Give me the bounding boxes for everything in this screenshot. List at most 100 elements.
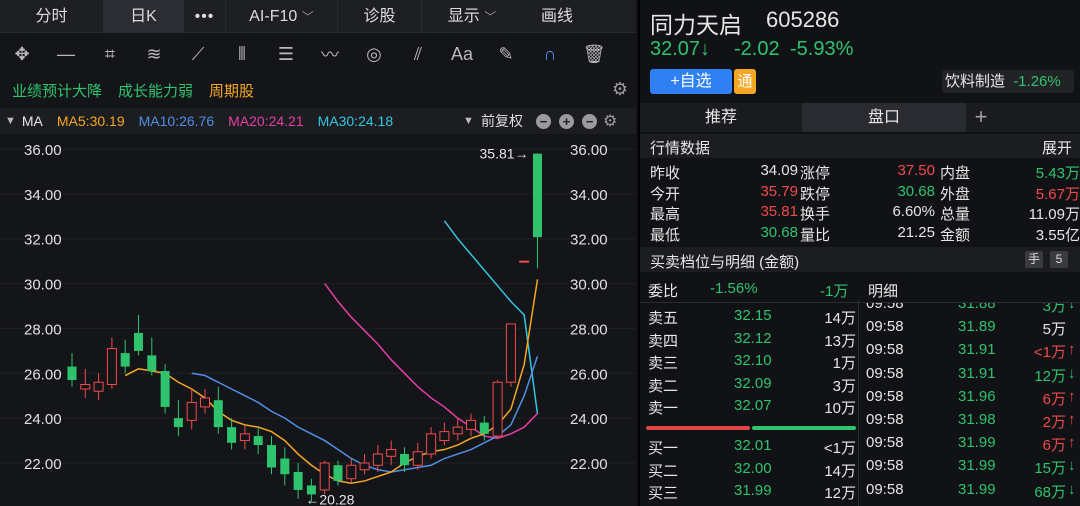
candle-body bbox=[479, 422, 489, 434]
detail-amount: <1万 bbox=[1033, 344, 1066, 362]
plus-icon[interactable]: + bbox=[559, 113, 574, 129]
more-tabs-button[interactable]: ••• bbox=[184, 0, 226, 33]
ma10-value: MA10:26.76 bbox=[138, 113, 215, 129]
sell-level-price: 32.09 bbox=[734, 374, 772, 392]
weibi-label: 委比 bbox=[648, 283, 679, 300]
candle-body bbox=[120, 353, 130, 367]
quote-value: 11.09万 bbox=[1028, 206, 1080, 223]
sell-level-label: 卖四 bbox=[648, 332, 679, 350]
tag-cyclical[interactable]: 周期股 bbox=[209, 80, 254, 101]
candle-body bbox=[134, 332, 143, 351]
quote-label: 涨停 bbox=[800, 165, 831, 182]
circle-target-icon[interactable]: ◎ bbox=[352, 33, 396, 75]
y-tick-label-left: 30.00 bbox=[24, 277, 62, 294]
tab-daily-k[interactable]: 日K bbox=[104, 0, 184, 33]
crop-rect-icon[interactable]: ⌗ bbox=[88, 33, 132, 75]
candle-body bbox=[106, 348, 117, 386]
detail-direction-icon: ↑ bbox=[1068, 387, 1076, 405]
trade-details: 09:58 31.88 3万 ↓ 09:58 31.89 5万 09:58 31.91 <1万 ↑ 0… bbox=[640, 303, 1080, 506]
line-segment-icon[interactable]: — bbox=[44, 33, 88, 75]
node-line-icon[interactable]: ⟋ bbox=[176, 33, 220, 75]
buy-level-label: 买二 bbox=[648, 462, 679, 480]
y-tick-label-left: 36.00 bbox=[24, 142, 62, 159]
detail-time: 09:58 bbox=[866, 480, 904, 498]
chevron-down-icon[interactable]: ▼ bbox=[463, 115, 474, 127]
sell-level-label: 卖五 bbox=[648, 310, 679, 327]
tag-weak-growth[interactable]: 成长能力弱 bbox=[118, 80, 193, 101]
quote-value: 5.67万 bbox=[1035, 185, 1080, 203]
quote-label: 换手 bbox=[800, 206, 831, 223]
draw-line-button[interactable]: 画线 bbox=[522, 0, 592, 33]
detail-price: 31.91 bbox=[958, 341, 996, 359]
levels-toggle[interactable]: 5 bbox=[1050, 251, 1068, 268]
sell-level-label: 卖三 bbox=[648, 355, 679, 372]
candle-body bbox=[505, 323, 516, 383]
detail-direction-icon: ↓ bbox=[1068, 457, 1076, 475]
sell-level-price: 32.12 bbox=[734, 329, 772, 347]
detail-amount: 6万 bbox=[1042, 390, 1066, 408]
tab-ai-f10[interactable]: AI-F10 ﹀ bbox=[226, 0, 338, 33]
adjust-select[interactable]: 前复权 bbox=[481, 111, 523, 131]
tab-recommend[interactable]: 推荐 bbox=[640, 103, 802, 132]
sell-level-amount: 1万 bbox=[832, 355, 856, 372]
expand-button[interactable]: 展开 bbox=[1042, 137, 1072, 158]
detail-amount: 3万 bbox=[1042, 303, 1066, 315]
gear-icon[interactable]: ⚙ bbox=[603, 113, 617, 129]
pitchfork-icon[interactable]: ⫽ bbox=[396, 33, 440, 75]
y-tick-label-left: 26.00 bbox=[24, 366, 62, 383]
detail-amount: 68万 bbox=[1034, 483, 1066, 501]
candle-body bbox=[67, 366, 77, 381]
detail-price: 31.99 bbox=[958, 457, 996, 475]
y-tick-label-left: 22.00 bbox=[24, 456, 62, 473]
minus-icon[interactable]: − bbox=[582, 113, 597, 129]
kline-chart[interactable]: 36.00 36.00 34.00 34.00 32.00 32.00 30.00 30.00… bbox=[0, 134, 636, 506]
chevron-down-icon: ﹀ bbox=[301, 10, 314, 24]
tong-badge[interactable]: 通 bbox=[734, 69, 756, 94]
tab-timeshare[interactable]: 分时 bbox=[0, 0, 104, 33]
buy-level-price: 32.00 bbox=[734, 459, 772, 477]
minus-icon[interactable]: − bbox=[536, 113, 551, 129]
detail-amount: 6万 bbox=[1042, 437, 1066, 455]
detail-time: 09:58 bbox=[866, 318, 904, 336]
quote-value: 34.09 bbox=[760, 162, 798, 179]
crosshair-move-icon[interactable]: ✥ bbox=[0, 33, 44, 75]
quote-value: 30.68 bbox=[760, 223, 798, 241]
text-aa-icon[interactable]: Aa bbox=[440, 33, 484, 75]
tab-order-book[interactable]: 盘口 bbox=[802, 103, 966, 132]
vertical-bars-icon[interactable]: ⦀ bbox=[220, 33, 264, 75]
candle-body bbox=[346, 464, 357, 480]
tag-earnings-drop[interactable]: 业绩预计大降 bbox=[12, 80, 102, 101]
stock-name: 同力天启 bbox=[650, 12, 742, 38]
ma30-value: MA30:24.18 bbox=[317, 113, 394, 129]
detail-price: 31.96 bbox=[958, 387, 996, 405]
candle-body bbox=[160, 371, 170, 407]
trash-icon[interactable]: 🗑 bbox=[572, 33, 616, 75]
detail-price: 31.99 bbox=[958, 434, 996, 452]
display-menu[interactable]: 显示 ﹀ bbox=[422, 0, 522, 33]
candle-body bbox=[466, 419, 476, 430]
detail-price: 31.99 bbox=[958, 480, 996, 498]
candle-body bbox=[519, 260, 530, 263]
add-tab-button[interactable]: + bbox=[966, 103, 996, 132]
fibonacci-icon[interactable]: ☰ bbox=[264, 33, 308, 75]
tab-diagnose[interactable]: 诊股 bbox=[338, 0, 422, 33]
ma5-value: MA5:30.19 bbox=[56, 113, 125, 129]
fan-lines-icon[interactable]: ≋ bbox=[132, 33, 176, 75]
quote-label: 金额 bbox=[940, 226, 971, 244]
hand-toggle[interactable]: 手 bbox=[1025, 251, 1043, 268]
sell-level-price: 32.07 bbox=[734, 397, 772, 414]
sector-pct: -1.26% bbox=[1013, 73, 1061, 90]
ma-legend: ▼ MA MA5:30.19 MA10:26.76 MA20:24.21 MA3… bbox=[0, 108, 636, 134]
y-tick-label-left: 24.00 bbox=[24, 411, 62, 428]
detail-direction-icon: ↑ bbox=[1068, 411, 1076, 428]
wave-icon[interactable]: 〰 bbox=[308, 33, 352, 75]
collapse-chevron-icon[interactable]: ▼ bbox=[5, 115, 16, 127]
add-watchlist-button[interactable]: +自选 bbox=[650, 69, 732, 94]
sector-badge[interactable]: 饮料制造 -1.26% bbox=[942, 70, 1074, 93]
detail-time: 09:58 bbox=[866, 434, 904, 452]
gear-icon[interactable]: ⚙ bbox=[612, 79, 628, 100]
candle-body bbox=[227, 427, 237, 443]
pen-icon[interactable]: ✎ bbox=[484, 33, 528, 75]
magnet-icon[interactable]: ∩ bbox=[528, 33, 572, 75]
detail-price: 31.88 bbox=[958, 303, 996, 312]
